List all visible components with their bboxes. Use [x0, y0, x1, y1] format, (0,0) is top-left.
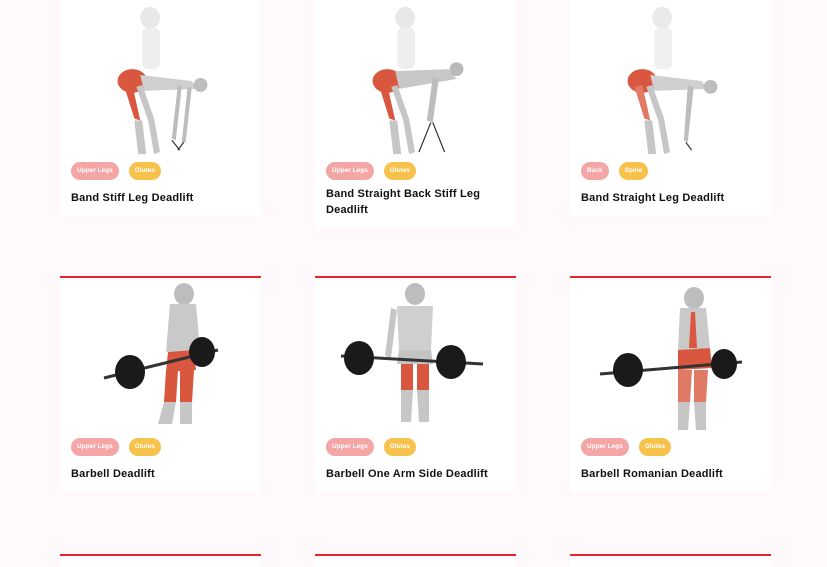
exercise-grid: Upper Legs Glutes Band Stiff Leg Deadlif…	[0, 0, 827, 567]
exercise-image[interactable]	[570, 278, 771, 438]
tag-glutes[interactable]: Glutes	[128, 438, 161, 456]
barbell-romanian-deadlift-figure-icon	[599, 287, 743, 430]
tag-spine[interactable]: Spine	[618, 162, 649, 180]
muscle-tags: Upper Legs Glutes	[315, 438, 516, 456]
tag-glutes[interactable]: Glutes	[128, 162, 161, 180]
exercise-card-band-straight-leg-deadlift[interactable]: Back Spine Band Straight Leg Deadlift	[570, 0, 771, 216]
exercise-card-partial[interactable]	[60, 554, 261, 567]
exercise-title[interactable]: Barbell One Arm Side Deadlift	[315, 456, 516, 492]
exercise-image[interactable]	[315, 0, 516, 162]
exercise-image[interactable]	[570, 0, 771, 162]
exercise-title[interactable]: Band Straight Back Stiff Leg Deadlift	[315, 180, 516, 228]
exercise-card-barbell-romanian-deadlift[interactable]: Upper Legs Glutes Barbell Romanian Deadl…	[570, 276, 771, 492]
tag-upper-legs[interactable]: Upper Legs	[326, 162, 374, 180]
muscle-tags: Upper Legs Glutes	[570, 438, 771, 456]
exercise-image[interactable]	[60, 278, 261, 438]
exercise-card-partial[interactable]	[570, 554, 771, 567]
barbell-one-arm-side-deadlift-figure-icon	[340, 283, 484, 422]
exercise-card-barbell-one-arm-side-deadlift[interactable]: Upper Legs Glutes Barbell One Arm Side D…	[315, 276, 516, 492]
tag-upper-legs[interactable]: Upper Legs	[326, 438, 374, 456]
muscle-tags: Back Spine	[570, 162, 771, 180]
tag-upper-legs[interactable]: Upper Legs	[71, 438, 119, 456]
exercise-card-partial[interactable]	[315, 554, 516, 567]
exercise-card-band-straight-back-stiff-leg-deadlift[interactable]: Upper Legs Glutes Band Straight Back Sti…	[315, 0, 516, 228]
tag-upper-legs[interactable]: Upper Legs	[71, 162, 119, 180]
band-straight-leg-deadlift-figure-icon	[627, 6, 718, 155]
exercise-image[interactable]	[60, 0, 261, 162]
barbell-deadlift-figure-icon	[103, 283, 219, 424]
tag-upper-legs[interactable]: Upper Legs	[581, 438, 629, 456]
muscle-tags: Upper Legs Glutes	[315, 162, 516, 180]
band-stiff-leg-deadlift-figure-icon	[117, 6, 208, 155]
exercise-card-band-stiff-leg-deadlift[interactable]: Upper Legs Glutes Band Stiff Leg Deadlif…	[60, 0, 261, 216]
exercise-title[interactable]: Band Stiff Leg Deadlift	[60, 180, 261, 216]
tag-glutes[interactable]: Glutes	[383, 162, 416, 180]
muscle-tags: Upper Legs Glutes	[60, 438, 261, 456]
exercise-title[interactable]: Band Straight Leg Deadlift	[570, 180, 771, 216]
band-straight-back-stiff-leg-deadlift-figure-icon	[372, 6, 464, 155]
exercise-title[interactable]: Barbell Deadlift	[60, 456, 261, 492]
exercise-image[interactable]	[315, 278, 516, 438]
tag-back[interactable]: Back	[581, 162, 609, 180]
exercise-title[interactable]: Barbell Romanian Deadlift	[570, 456, 771, 492]
tag-glutes[interactable]: Glutes	[638, 438, 671, 456]
exercise-card-barbell-deadlift[interactable]: Upper Legs Glutes Barbell Deadlift	[60, 276, 261, 492]
muscle-tags: Upper Legs Glutes	[60, 162, 261, 180]
tag-glutes[interactable]: Glutes	[383, 438, 416, 456]
